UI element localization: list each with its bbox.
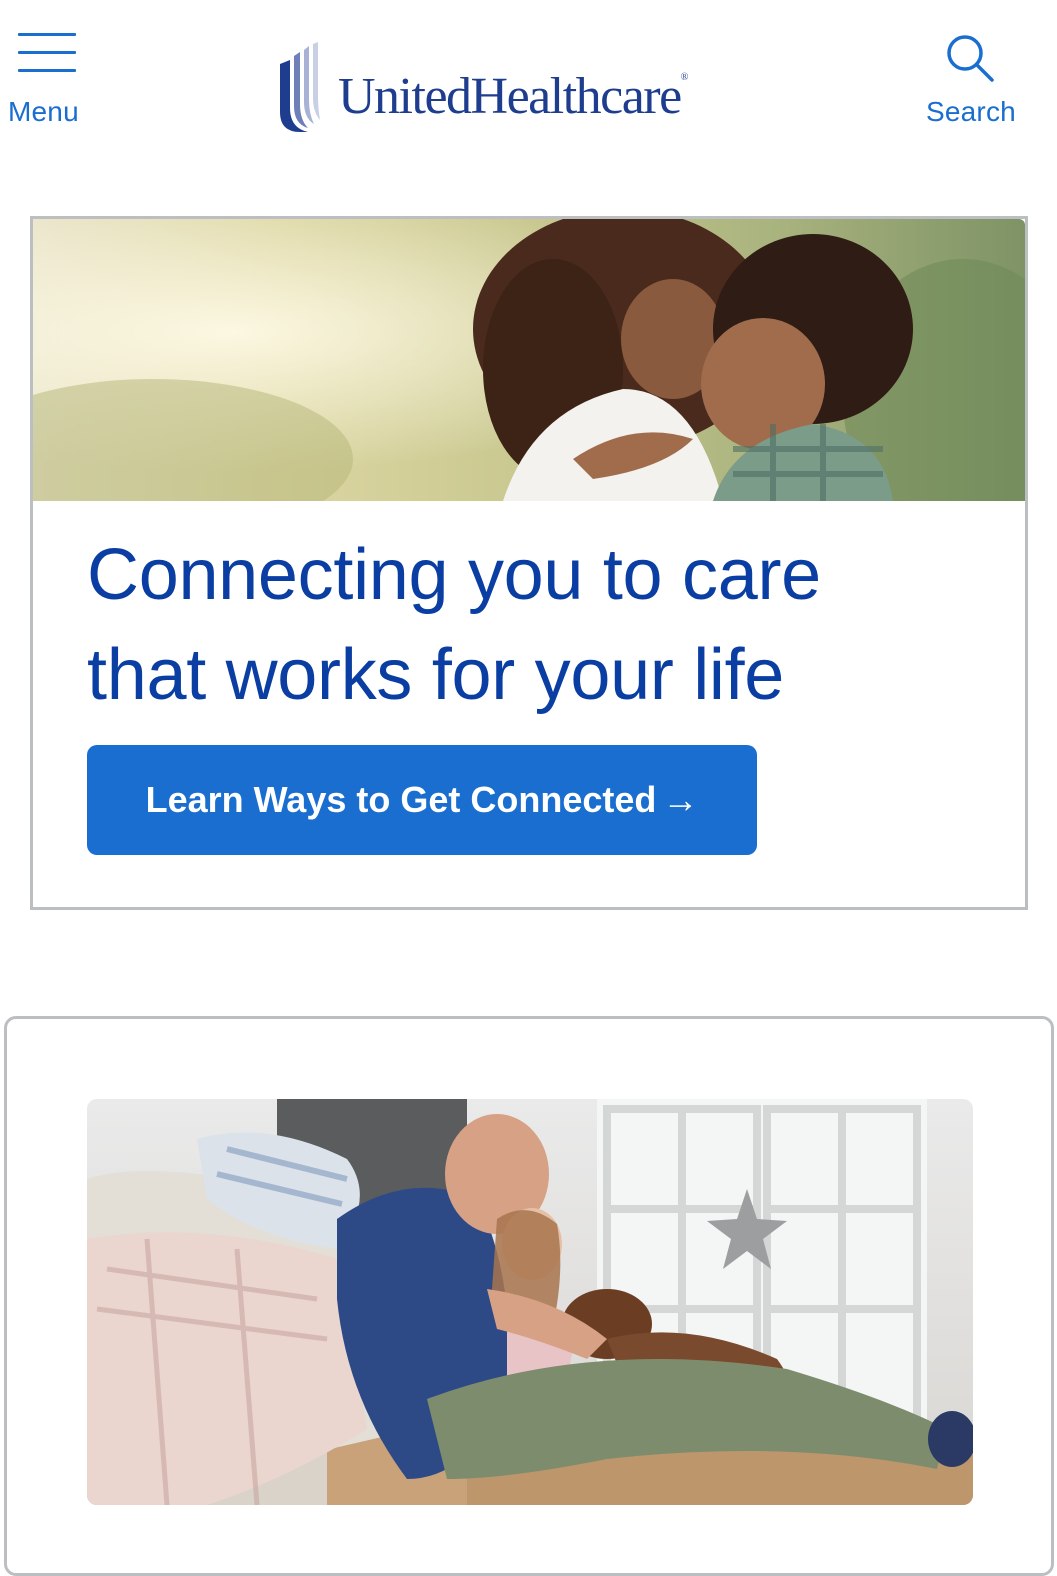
search-label: Search [926,96,1016,127]
hero-card: Connecting you to care that works for yo… [30,216,1028,910]
cta-label: Learn Ways to Get Connected [145,779,657,820]
arrow-right-icon: → [662,779,699,820]
menu-label: Menu [8,96,79,127]
unitedhealthcare-logo[interactable]: UnitedHealthcare® [278,42,718,134]
feature-card [4,1016,1054,1576]
learn-ways-button[interactable]: Learn Ways to Get Connected → [87,745,757,855]
feature-image-father-daughter-dog [87,1099,973,1505]
site-header: Menu UnitedHealthcare® Search [0,0,1057,160]
hero-title-line-1: Connecting you to care [87,535,821,615]
hero-title: Connecting you to care that works for yo… [87,525,967,725]
search-icon [947,35,994,82]
u-logo-mark-icon [280,42,320,132]
search-button[interactable]: Search [922,30,1032,130]
logo-text: UnitedHealthcare [338,68,682,125]
menu-button[interactable]: Menu [8,30,88,130]
hamburger-icon [18,30,76,74]
hero-title-line-2: that works for your life [87,635,785,715]
registered-mark: ® [680,72,689,83]
hero-image-mother-child [33,219,1025,501]
